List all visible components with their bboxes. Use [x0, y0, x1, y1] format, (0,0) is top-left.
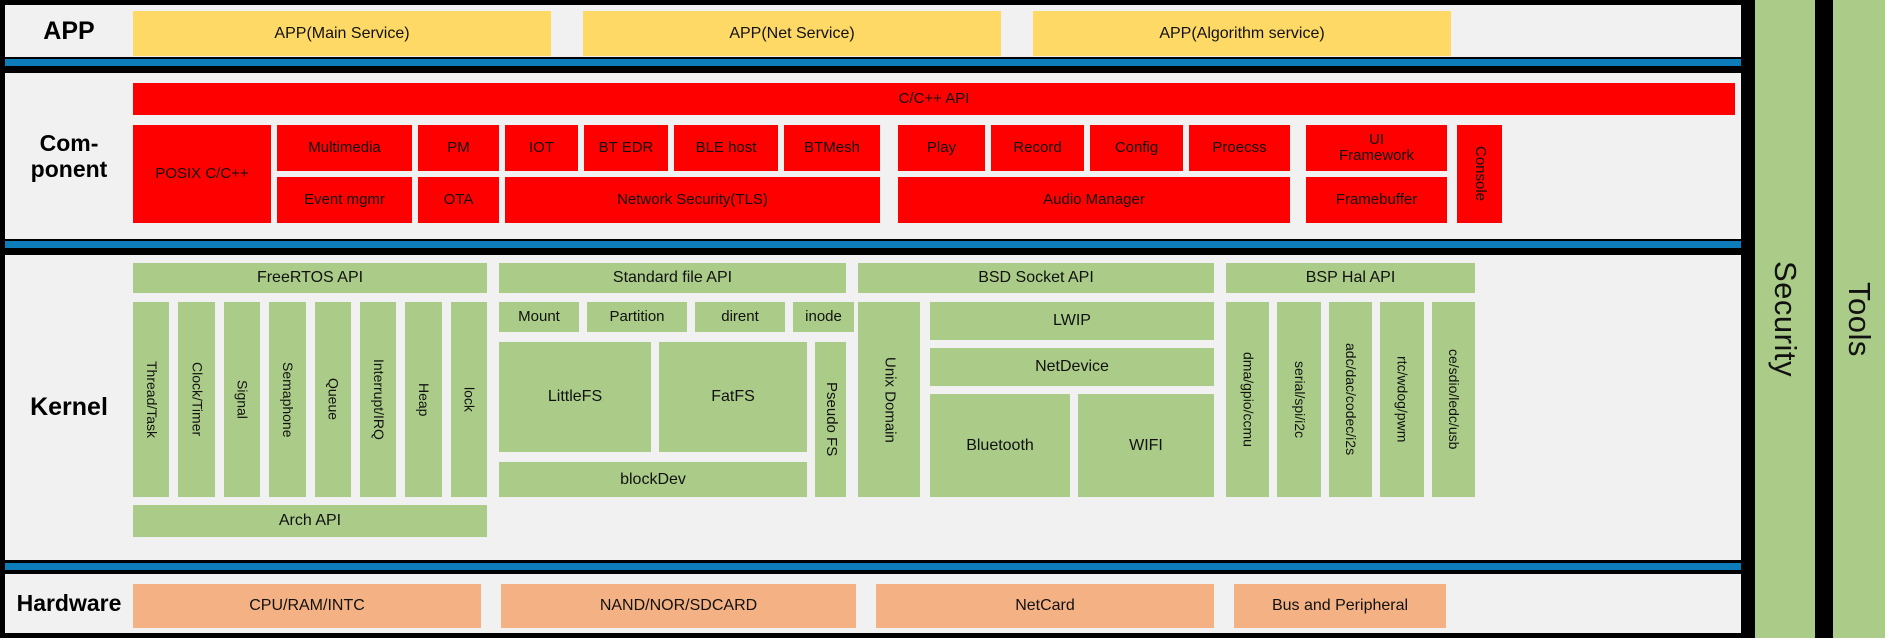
nand-nor-sdcard-box[interactable]: NAND/NOR/SDCARD — [501, 584, 856, 628]
lwip-box[interactable]: LWIP — [930, 302, 1214, 340]
divider-app-component — [0, 57, 1746, 73]
littlefs-box[interactable]: LittleFS — [499, 342, 651, 452]
component-layer-band: Com-ponent C/C++ API POSIX C/C++ Multime… — [0, 73, 1746, 239]
network-security-box[interactable]: Network Security(TLS) — [505, 177, 880, 223]
config-box[interactable]: Config — [1090, 125, 1183, 171]
kernel-slot-semaphone[interactable]: Semaphone — [269, 302, 306, 497]
partition-box[interactable]: Partition — [587, 302, 687, 332]
tools-rail-label: Tools — [1842, 281, 1877, 357]
unix-domain-box[interactable]: Unix Domain — [858, 302, 920, 497]
ble-host-box[interactable]: BLE host — [674, 125, 778, 171]
hardware-layer-label: Hardware — [16, 590, 122, 617]
pm-box[interactable]: PM — [418, 125, 499, 171]
kernel-layer-band: Kernel FreeRTOS API Thread/Task Clock/Ti… — [0, 255, 1746, 560]
component-layer-label: Com-ponent — [5, 73, 133, 239]
app-layer-band: APP APP(Main Service) APP(Net Service) A… — [0, 0, 1746, 57]
mount-box[interactable]: Mount — [499, 302, 579, 332]
play-box[interactable]: Play — [898, 125, 985, 171]
blockdev-box[interactable]: blockDev — [499, 462, 807, 497]
divider-blue-stripe — [5, 241, 1741, 248]
component-grid: POSIX C/C++ Multimedia Event mgmr PM OTA… — [133, 125, 1735, 223]
architecture-diagram: APP APP(Main Service) APP(Net Service) A… — [0, 0, 1885, 638]
c-cpp-api-bar[interactable]: C/C++ API — [133, 83, 1735, 115]
divider-blue-stripe — [5, 563, 1741, 570]
bluetooth-box[interactable]: Bluetooth — [930, 394, 1070, 497]
app-main-service-box[interactable]: APP(Main Service) — [133, 11, 551, 56]
netdevice-box[interactable]: NetDevice — [930, 348, 1214, 386]
divider-kernel-hardware — [0, 560, 1746, 574]
dirent-box[interactable]: dirent — [695, 302, 785, 332]
kernel-boxes: FreeRTOS API Thread/Task Clock/Timer Sig… — [133, 263, 1733, 552]
posix-box[interactable]: POSIX C/C++ — [133, 125, 271, 223]
app-boxes: APP(Main Service) APP(Net Service) APP(A… — [133, 11, 1733, 56]
process-box[interactable]: Proecss — [1189, 125, 1290, 171]
tools-rail[interactable]: Tools — [1824, 0, 1885, 638]
kernel-filesystem-column: Standard file API Mount Partition dirent… — [499, 263, 854, 552]
divider-blue-stripe — [5, 59, 1741, 66]
app-algorithm-service-box[interactable]: APP(Algorithm service) — [1033, 11, 1451, 56]
security-rail[interactable]: Security — [1746, 0, 1824, 638]
bsp-slot-rtc-wdog-pwm[interactable]: rtc/wdog/pwm — [1380, 302, 1424, 497]
kernel-slot-heap[interactable]: Heap — [405, 302, 442, 497]
filesystem-primitive-row: Mount Partition dirent inode — [499, 302, 854, 332]
kernel-layer-label: Kernel — [30, 393, 108, 422]
bt-edr-box[interactable]: BT EDR — [584, 125, 668, 171]
kernel-slot-interrupt-irq[interactable]: Interrupt/IRQ — [359, 302, 397, 497]
divider-component-kernel — [0, 239, 1746, 255]
app-layer-label: APP — [43, 16, 95, 45]
netcard-box[interactable]: NetCard — [876, 584, 1214, 628]
hardware-layer-band: Hardware CPU/RAM/INTC NAND/NOR/SDCARD Ne… — [0, 574, 1746, 638]
app-net-service-box[interactable]: APP(Net Service) — [583, 11, 1001, 56]
arch-api-box[interactable]: Arch API — [133, 505, 487, 537]
inode-box[interactable]: inode — [793, 302, 854, 332]
kernel-slot-lock[interactable]: lock — [450, 302, 487, 497]
kernel-freertos-column: FreeRTOS API Thread/Task Clock/Timer Sig… — [133, 263, 487, 552]
hardware-boxes: CPU/RAM/INTC NAND/NOR/SDCARD NetCard Bus… — [133, 584, 1733, 628]
ui-framework-box[interactable]: UI Framework — [1306, 125, 1447, 171]
fatfs-box[interactable]: FatFS — [659, 342, 807, 452]
cpu-ram-intc-box[interactable]: CPU/RAM/INTC — [133, 584, 481, 628]
multimedia-box[interactable]: Multimedia — [277, 125, 412, 171]
bsp-slot-row: dma/gpio/ccmu serial/spi/i2c adc/dac/cod… — [1226, 302, 1476, 497]
bus-and-peripheral-box[interactable]: Bus and Peripheral — [1234, 584, 1446, 628]
iot-box[interactable]: IOT — [505, 125, 578, 171]
bsp-slot-serial-spi-i2c[interactable]: serial/spi/i2c — [1277, 302, 1321, 497]
bsp-hal-api-box[interactable]: BSP Hal API — [1226, 263, 1475, 293]
layer-stack: APP APP(Main Service) APP(Net Service) A… — [0, 0, 1746, 638]
kernel-slot-clock-timer[interactable]: Clock/Timer — [178, 302, 215, 497]
kernel-slot-thread-task[interactable]: Thread/Task — [133, 302, 170, 497]
kernel-network-column: BSD Socket API Unix Domain LWIP NetDevic… — [858, 263, 1214, 552]
wifi-box[interactable]: WIFI — [1078, 394, 1214, 497]
freertos-slot-row: Thread/Task Clock/Timer Signal Semaphone… — [133, 302, 487, 497]
bsp-slot-dma-gpio-ccmu[interactable]: dma/gpio/ccmu — [1226, 302, 1270, 497]
framebuffer-box[interactable]: Framebuffer — [1306, 177, 1447, 223]
record-box[interactable]: Record — [991, 125, 1084, 171]
event-mgmr-box[interactable]: Event mgmr — [277, 177, 412, 223]
bsd-socket-api-box[interactable]: BSD Socket API — [858, 263, 1214, 293]
bsp-slot-ce-sdio-ledc-usb[interactable]: ce/sdio/ledc/usb — [1431, 302, 1476, 497]
bsp-slot-adc-dac-codec-i2s[interactable]: adc/dac/codec/i2s — [1328, 302, 1373, 497]
kernel-bsp-column: BSP Hal API dma/gpio/ccmu serial/spi/i2c… — [1226, 263, 1476, 552]
ota-box[interactable]: OTA — [418, 177, 499, 223]
standard-file-api-box[interactable]: Standard file API — [499, 263, 846, 293]
btmesh-box[interactable]: BTMesh — [784, 125, 880, 171]
kernel-slot-signal[interactable]: Signal — [223, 302, 261, 497]
security-rail-label: Security — [1768, 261, 1803, 377]
component-label-text: Com-ponent — [30, 129, 108, 182]
kernel-slot-queue[interactable]: Queue — [314, 302, 351, 497]
console-box[interactable]: Console — [1457, 125, 1502, 223]
pseudo-fs-box[interactable]: Pseudo FS — [815, 342, 846, 497]
audio-manager-box[interactable]: Audio Manager — [898, 177, 1290, 223]
component-boxes: C/C++ API POSIX C/C++ Multimedia Event m… — [133, 83, 1735, 231]
freertos-api-box[interactable]: FreeRTOS API — [133, 263, 487, 293]
